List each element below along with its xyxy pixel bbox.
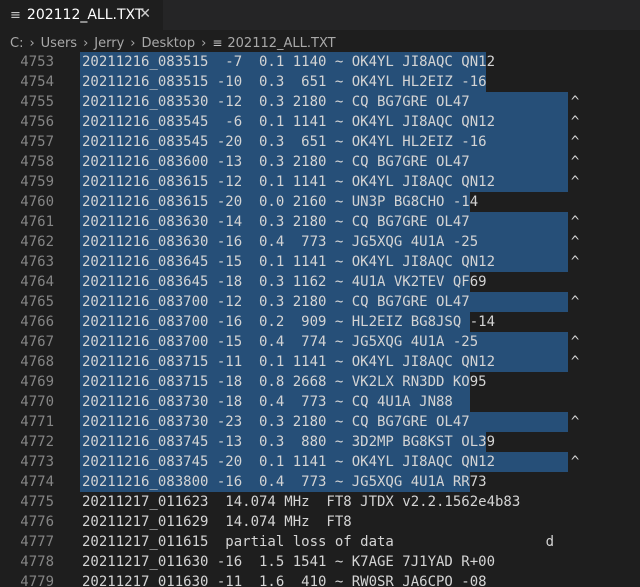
chevron-right-icon: › xyxy=(130,35,136,51)
line-number: 4771 xyxy=(20,414,54,430)
line-text: 20211216_083700 -15 0.4 774 ~ JG5XQG 4U1… xyxy=(82,334,580,350)
line-text: 20211216_083700 -16 0.2 909 ~ HL2EIZ BG8… xyxy=(82,314,496,330)
line-text: 20211216_083645 -18 0.3 1162 ~ 4U1A VK2T… xyxy=(82,274,487,290)
line-text: 20211216_083645 -15 0.1 1141 ~ OK4YL JI8… xyxy=(82,254,580,270)
line-number: 4774 xyxy=(20,474,54,490)
code-line[interactable]: 4772 20211216_083745 -13 0.3 880 ~ 3D2MP … xyxy=(0,432,640,452)
line-number: 4776 xyxy=(20,514,54,530)
line-text: 20211216_083515 -7 0.1 1140 ~ OK4YL JI8A… xyxy=(82,54,496,70)
code-line[interactable]: 4755 20211216_083530 -12 0.3 2180 ~ CQ BG… xyxy=(0,92,640,112)
code-line[interactable]: 4773 20211216_083745 -20 0.1 1141 ~ OK4YL… xyxy=(0,452,640,472)
line-number: 4757 xyxy=(20,134,54,150)
line-text: 20211217_011615 partial loss of data d xyxy=(82,534,555,550)
code-line[interactable]: 4770 20211216_083730 -18 0.4 773 ~ CQ 4U1… xyxy=(0,392,640,412)
breadcrumb-users[interactable]: Users xyxy=(41,36,77,51)
line-number: 4769 xyxy=(20,374,54,390)
close-icon[interactable]: ✕ xyxy=(139,6,151,22)
code-line[interactable]: 4766 20211216_083700 -16 0.2 909 ~ HL2EIZ… xyxy=(0,312,640,332)
line-text: 20211216_083800 -16 0.4 773 ~ JG5XQG 4U1… xyxy=(82,474,487,490)
line-number: 4762 xyxy=(20,234,54,250)
line-text: 20211216_083545 -20 0.3 651 ~ OK4YL HL2E… xyxy=(82,134,580,150)
code-line[interactable]: 4767 20211216_083700 -15 0.4 774 ~ JG5XQG… xyxy=(0,332,640,352)
code-line[interactable]: 4763 20211216_083645 -15 0.1 1141 ~ OK4YL… xyxy=(0,252,640,272)
code-line[interactable]: 4758 20211216_083600 -13 0.3 2180 ~ CQ BG… xyxy=(0,152,640,172)
code-line[interactable]: 4771 20211216_083730 -23 0.3 2180 ~ CQ BG… xyxy=(0,412,640,432)
code-line[interactable]: 4779 20211217_011630 -11 1.6 410 ~ RW0SR … xyxy=(0,572,640,587)
line-text: 20211217_011630 -11 1.6 410 ~ RW0SR JA6C… xyxy=(82,574,487,587)
line-number: 4765 xyxy=(20,294,54,310)
line-text: 20211216_083715 -11 0.1 1141 ~ OK4YL JI8… xyxy=(82,354,580,370)
line-number: 4760 xyxy=(20,194,54,210)
line-text: 20211216_083615 -20 0.0 2160 ~ UN3P BG8C… xyxy=(82,194,479,210)
line-number: 4768 xyxy=(20,354,54,370)
line-number: 4756 xyxy=(20,114,54,130)
line-number: 4761 xyxy=(20,214,54,230)
line-number: 4755 xyxy=(20,94,54,110)
code-line[interactable]: 4768 20211216_083715 -11 0.1 1141 ~ OK4YL… xyxy=(0,352,640,372)
tab-bar: ≡ 202112_ALL.TXT ✕ xyxy=(0,0,640,30)
line-text: 20211216_083730 -23 0.3 2180 ~ CQ BG7GRE… xyxy=(82,414,580,430)
code-line[interactable]: 4776 20211217_011629 14.074 MHz FT8 xyxy=(0,512,640,532)
code-line[interactable]: 4777 20211217_011615 partial loss of data… xyxy=(0,532,640,552)
code-line[interactable]: 4778 20211217_011630 -16 1.5 1541 ~ K7AGE… xyxy=(0,552,640,572)
chevron-right-icon: › xyxy=(29,35,35,51)
line-text: 20211216_083600 -13 0.3 2180 ~ CQ BG7GRE… xyxy=(82,154,580,170)
code-line[interactable]: 4753 20211216_083515 -7 0.1 1140 ~ OK4YL … xyxy=(0,52,640,72)
line-text: 20211216_083530 -12 0.3 2180 ~ CQ BG7GRE… xyxy=(82,94,580,110)
breadcrumb-file[interactable]: 202112_ALL.TXT xyxy=(227,36,335,51)
line-text: 20211216_083630 -16 0.4 773 ~ JG5XQG 4U1… xyxy=(82,234,580,250)
line-number: 4777 xyxy=(20,534,54,550)
code-line[interactable]: 4754 20211216_083515 -10 0.3 651 ~ OK4YL … xyxy=(0,72,640,92)
line-text: 20211216_083515 -10 0.3 651 ~ OK4YL HL2E… xyxy=(82,74,487,90)
tab-title: 202112_ALL.TXT xyxy=(26,7,144,23)
code-line[interactable]: 4769 20211216_083715 -18 0.8 2668 ~ VK2LX… xyxy=(0,372,640,392)
editor-tab[interactable]: ≡ 202112_ALL.TXT ✕ xyxy=(0,0,163,30)
code-line[interactable]: 4760 20211216_083615 -20 0.0 2160 ~ UN3P … xyxy=(0,192,640,212)
line-text: 20211216_083630 -14 0.3 2180 ~ CQ BG7GRE… xyxy=(82,214,580,230)
breadcrumb-jerry[interactable]: Jerry xyxy=(94,36,124,51)
line-text: 20211216_083745 -20 0.1 1141 ~ OK4YL JI8… xyxy=(82,454,580,470)
line-text: 20211216_083615 -12 0.1 1141 ~ OK4YL JI8… xyxy=(82,174,580,190)
line-text: 20211216_083730 -18 0.4 773 ~ CQ 4U1A JN… xyxy=(82,394,453,410)
line-text: 20211216_083745 -13 0.3 880 ~ 3D2MP BG8K… xyxy=(82,434,496,450)
line-number: 4758 xyxy=(20,154,54,170)
code-line[interactable]: 4757 20211216_083545 -20 0.3 651 ~ OK4YL … xyxy=(0,132,640,152)
chevron-right-icon: › xyxy=(201,35,207,51)
text-file-icon: ≡ xyxy=(10,7,21,23)
code-line[interactable]: 4765 20211216_083700 -12 0.3 2180 ~ CQ BG… xyxy=(0,292,640,312)
code-line[interactable]: 4775 20211217_011623 14.074 MHz FT8 JTDX … xyxy=(0,492,640,512)
line-number: 4759 xyxy=(20,174,54,190)
code-line[interactable]: 4774 20211216_083800 -16 0.4 773 ~ JG5XQG… xyxy=(0,472,640,492)
chevron-right-icon: › xyxy=(83,35,89,51)
line-number: 4773 xyxy=(20,454,54,470)
line-text: 20211216_083715 -18 0.8 2668 ~ VK2LX RN3… xyxy=(82,374,487,390)
line-number: 4778 xyxy=(20,554,54,570)
text-file-icon: ≡ xyxy=(212,36,223,50)
line-number: 4772 xyxy=(20,434,54,450)
line-number: 4770 xyxy=(20,394,54,410)
code-line[interactable]: 4764 20211216_083645 -18 0.3 1162 ~ 4U1A … xyxy=(0,272,640,292)
line-number: 4764 xyxy=(20,274,54,290)
code-line[interactable]: 4759 20211216_083615 -12 0.1 1141 ~ OK4YL… xyxy=(0,172,640,192)
line-text: 20211216_083700 -12 0.3 2180 ~ CQ BG7GRE… xyxy=(82,294,580,310)
line-number: 4779 xyxy=(20,574,54,587)
line-number: 4767 xyxy=(20,334,54,350)
text-editor[interactable]: 4753 20211216_083515 -7 0.1 1140 ~ OK4YL … xyxy=(0,52,640,587)
line-number: 4753 xyxy=(20,54,54,70)
code-line[interactable]: 4756 20211216_083545 -6 0.1 1141 ~ OK4YL … xyxy=(0,112,640,132)
line-number: 4754 xyxy=(20,74,54,90)
line-number: 4775 xyxy=(20,494,54,510)
breadcrumb-drive[interactable]: C: xyxy=(10,36,23,51)
line-text: 20211217_011629 14.074 MHz FT8 xyxy=(82,514,352,530)
line-number: 4763 xyxy=(20,254,54,270)
code-line[interactable]: 4761 20211216_083630 -14 0.3 2180 ~ CQ BG… xyxy=(0,212,640,232)
breadcrumb-desktop[interactable]: Desktop xyxy=(141,36,195,51)
line-text: 20211217_011623 14.074 MHz FT8 JTDX v2.2… xyxy=(82,494,521,510)
line-text: 20211216_083545 -6 0.1 1141 ~ OK4YL JI8A… xyxy=(82,114,580,130)
line-text: 20211217_011630 -16 1.5 1541 ~ K7AGE 7J1… xyxy=(82,554,496,570)
line-number: 4766 xyxy=(20,314,54,330)
code-line[interactable]: 4762 20211216_083630 -16 0.4 773 ~ JG5XQG… xyxy=(0,232,640,252)
